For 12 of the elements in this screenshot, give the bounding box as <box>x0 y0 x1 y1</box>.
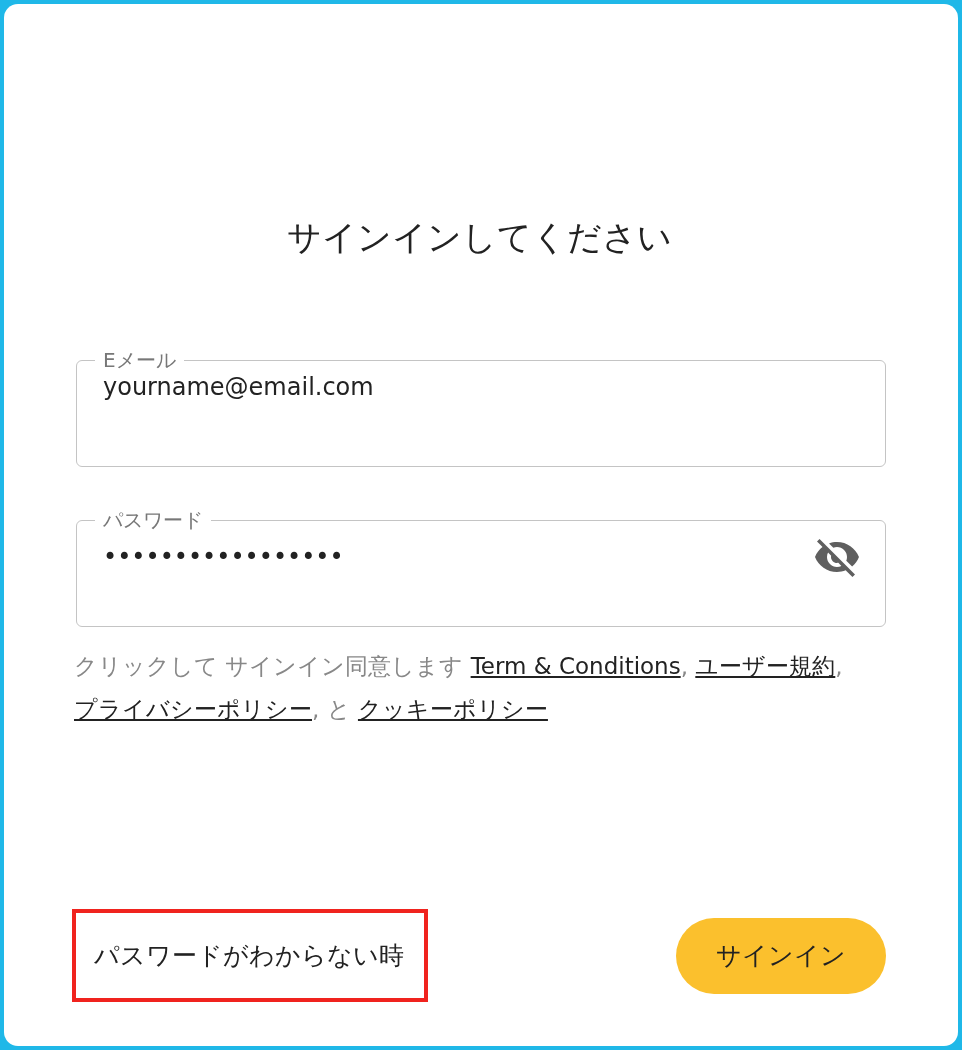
field-value: ••••••••••••••••• <box>103 543 345 571</box>
sign-in-button[interactable]: サインイン <box>676 917 886 994</box>
page-title: サインインしてください <box>285 216 673 259</box>
consent-link[interactable]: Term & Conditions <box>470 653 681 679</box>
field-label: Eメール <box>102 347 177 373</box>
field-value: yourname@email.com <box>103 373 375 401</box>
consent-link[interactable]: プライバシーポリシー <box>74 696 312 722</box>
consent-link[interactable]: クッキーポリシー <box>357 696 548 722</box>
field-label: パスワード <box>102 507 204 533</box>
forgot-password-link[interactable]: パスワードがわからない時 <box>72 909 428 1002</box>
consent-link[interactable]: ユーザー規約 <box>695 653 836 679</box>
consent-text: クリックして サインイン同意します Term & Conditions, ユーザー規約, プライバシーポリシー, と クッキーポリシー <box>74 652 844 724</box>
